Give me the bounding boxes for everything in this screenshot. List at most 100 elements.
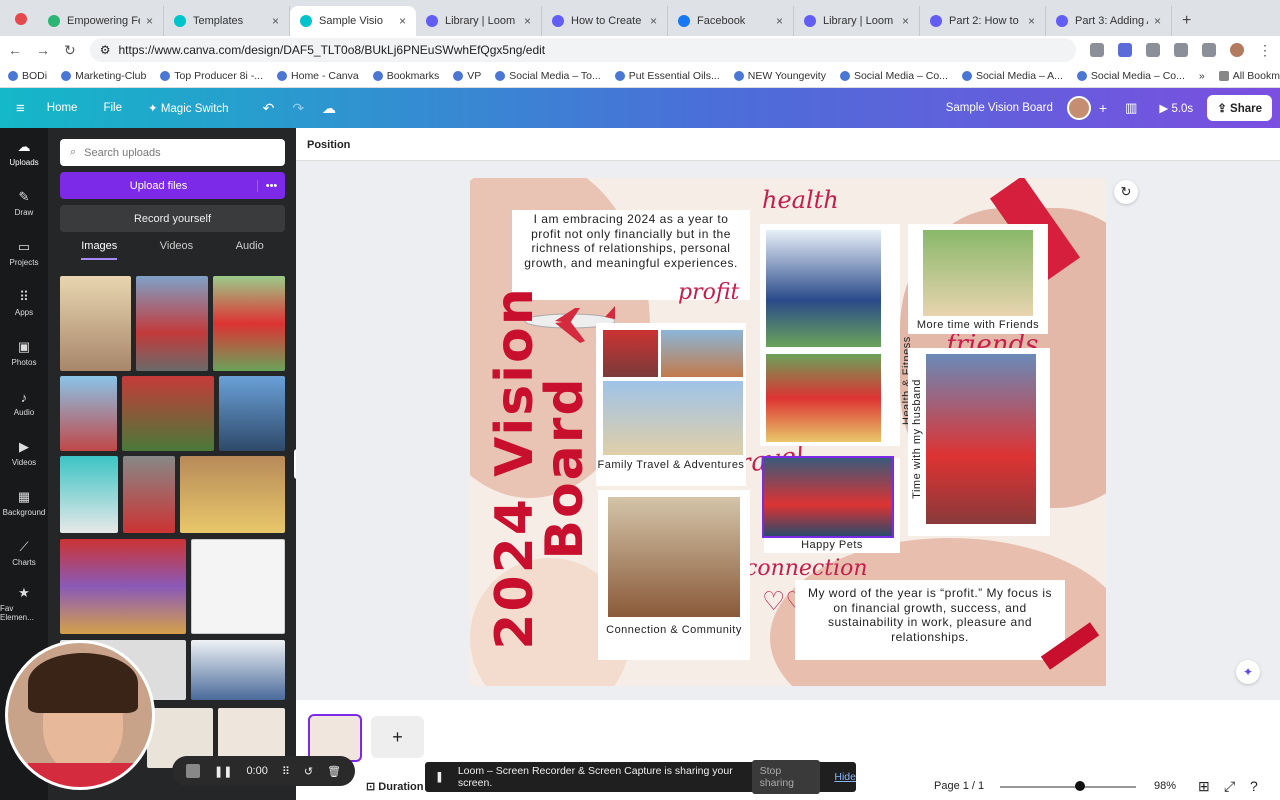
add-page-button[interactable]: +	[371, 716, 424, 758]
vision-board-page[interactable]: I am embracing 2024 as a year to profit …	[470, 178, 1106, 686]
browser-tab[interactable]: How to Create a L×	[542, 6, 668, 36]
close-tab-icon[interactable]: ×	[644, 14, 657, 28]
upload-thumbnail[interactable]	[191, 539, 285, 634]
close-tab-icon[interactable]: ×	[140, 14, 153, 28]
bookmark-item[interactable]: Marketing-Club	[61, 70, 146, 82]
health-fitness-card[interactable]: Health & Fitness	[760, 224, 913, 446]
delete-icon[interactable]: 🗑	[327, 765, 341, 778]
design-title[interactable]: Sample Vision Board	[946, 102, 1053, 114]
page-thumbnail[interactable]	[308, 714, 362, 762]
browser-tab[interactable]: Facebook ×	[668, 6, 794, 36]
more-options-icon[interactable]: •••	[257, 179, 285, 192]
happy-pets-card[interactable]: Happy Pets	[762, 456, 900, 553]
tab-audio[interactable]: Audio	[236, 240, 264, 260]
back-icon[interactable]: ←	[8, 42, 22, 58]
rail-item-projects[interactable]: ▭ Projects	[0, 228, 48, 278]
word-of-year-card[interactable]: My word of the year is “profit.” My focu…	[795, 580, 1065, 660]
duration-button[interactable]: ⊡ Duration	[366, 780, 424, 793]
close-tab-icon[interactable]: ×	[393, 14, 406, 28]
upload-thumbnail[interactable]	[60, 376, 117, 451]
all-bookmarks-button[interactable]: All Bookmarks	[1218, 70, 1280, 82]
close-tab-icon[interactable]: ×	[1148, 14, 1161, 28]
upload-thumbnail[interactable]	[60, 539, 186, 634]
browser-tab[interactable]: Templates ×	[164, 6, 290, 36]
bookmark-item[interactable]: Social Media – A...	[961, 70, 1063, 82]
drag-handle-icon[interactable]: ⠿	[282, 765, 290, 778]
community-card[interactable]: Connection & Community	[598, 490, 750, 660]
bookmark-item[interactable]: BODi	[8, 70, 47, 82]
bookmark-item[interactable]: Social Media – To...	[495, 70, 601, 82]
new-tab-button[interactable]: +	[1182, 6, 1191, 36]
upload-thumbnail[interactable]	[191, 640, 285, 700]
close-tab-icon[interactable]: ×	[266, 14, 279, 28]
reload-icon[interactable]: ↻	[64, 42, 76, 59]
help-icon[interactable]: ?	[1250, 778, 1258, 794]
forward-icon[interactable]: →	[36, 42, 50, 58]
rail-item-photos[interactable]: ▣ Photos	[0, 328, 48, 378]
friends-photo[interactable]	[923, 230, 1033, 316]
fullscreen-icon[interactable]: ⤢	[1224, 778, 1235, 795]
home-button[interactable]: Home	[47, 102, 78, 114]
menu-kebab-icon[interactable]: ⋮	[1258, 42, 1272, 59]
loom-camera-bubble[interactable]	[5, 640, 155, 790]
url-field[interactable]: ⚙ https://www.canva.com/design/DAF5_TLT0…	[89, 38, 1076, 62]
position-button[interactable]: Position	[307, 139, 350, 151]
zoom-slider[interactable]	[1000, 786, 1136, 788]
tab-videos[interactable]: Videos	[160, 240, 193, 260]
browser-tab[interactable]: Part 2: How to Se×	[920, 6, 1046, 36]
site-info-icon[interactable]: ⚙	[100, 43, 111, 57]
magic-switch-button[interactable]: ✦ Magic Switch	[148, 101, 229, 115]
rail-item-uploads[interactable]: ☁ Uploads	[0, 128, 48, 178]
family-photo[interactable]	[661, 330, 743, 377]
upload-files-button[interactable]: Upload files •••	[60, 172, 285, 199]
bookmark-item[interactable]: Social Media – Co...	[839, 70, 948, 82]
zoom-level[interactable]: 98%	[1154, 780, 1176, 792]
stop-icon[interactable]	[186, 764, 200, 778]
health-photo[interactable]	[766, 230, 881, 347]
hamburger-menu-icon[interactable]: ≡	[16, 100, 25, 117]
collaborator-avatar[interactable]	[1066, 96, 1091, 120]
add-collaborator-icon[interactable]: +	[1099, 100, 1107, 116]
undo-icon[interactable]: ↶	[263, 100, 275, 117]
insights-icon[interactable]: ▥	[1125, 100, 1137, 116]
browser-tab[interactable]: Library | Loom ×	[416, 6, 542, 36]
extension-icon[interactable]	[1118, 43, 1132, 57]
upload-thumbnail[interactable]	[213, 276, 285, 371]
stop-sharing-button[interactable]: Stop sharing	[751, 760, 821, 794]
friends-card[interactable]: More time with Friends	[908, 224, 1048, 334]
upload-thumbnail[interactable]	[180, 456, 285, 533]
extension-icon[interactable]	[1090, 43, 1104, 57]
browser-tab[interactable]: Library | Loom ×	[794, 6, 920, 36]
profile-avatar[interactable]	[1230, 43, 1244, 57]
rail-item-videos[interactable]: ▶ Videos	[0, 428, 48, 478]
family-travel-card[interactable]: Family Travel & Adventures	[596, 323, 746, 486]
upload-thumbnail[interactable]	[136, 276, 208, 371]
upload-thumbnail[interactable]	[219, 376, 285, 451]
close-tab-icon[interactable]: ×	[770, 14, 783, 28]
close-tab-icon[interactable]: ×	[896, 14, 909, 28]
rail-item-audio[interactable]: ♪ Audio	[0, 378, 48, 428]
rail-item-apps[interactable]: ⠿ Apps	[0, 278, 48, 328]
share-button[interactable]: ⇪ Share	[1207, 95, 1272, 121]
bookmark-item[interactable]: Bookmarks	[372, 70, 439, 82]
magic-assistant-icon[interactable]: ✦	[1236, 660, 1260, 684]
sidebar-icon[interactable]	[1202, 43, 1216, 57]
download-icon[interactable]	[1174, 43, 1188, 57]
file-menu-button[interactable]: File	[103, 102, 122, 114]
page-indicator[interactable]: Page 1 / 1	[934, 780, 984, 792]
grid-view-icon[interactable]: ⊞	[1198, 778, 1210, 795]
rail-item-background[interactable]: ▦ Background	[0, 478, 48, 528]
redo-icon[interactable]: ↷	[292, 100, 304, 117]
puzzle-icon[interactable]	[1146, 43, 1160, 57]
more-bookmarks-icon[interactable]: »	[1199, 70, 1205, 82]
tab-images[interactable]: Images	[81, 240, 118, 260]
community-photo[interactable]	[608, 497, 740, 617]
rail-item-favelemen[interactable]: ★ Fav Elemen...	[0, 578, 48, 628]
family-photo[interactable]	[603, 381, 743, 455]
rail-item-charts[interactable]: ⟋ Charts	[0, 528, 48, 578]
vision-board-title[interactable]: 2024 Vision Board	[485, 268, 595, 668]
husband-photo[interactable]	[926, 354, 1036, 524]
bookmark-item[interactable]: VP	[453, 70, 481, 82]
cloud-save-icon[interactable]: ☁	[322, 100, 336, 117]
family-photo[interactable]	[603, 330, 658, 377]
